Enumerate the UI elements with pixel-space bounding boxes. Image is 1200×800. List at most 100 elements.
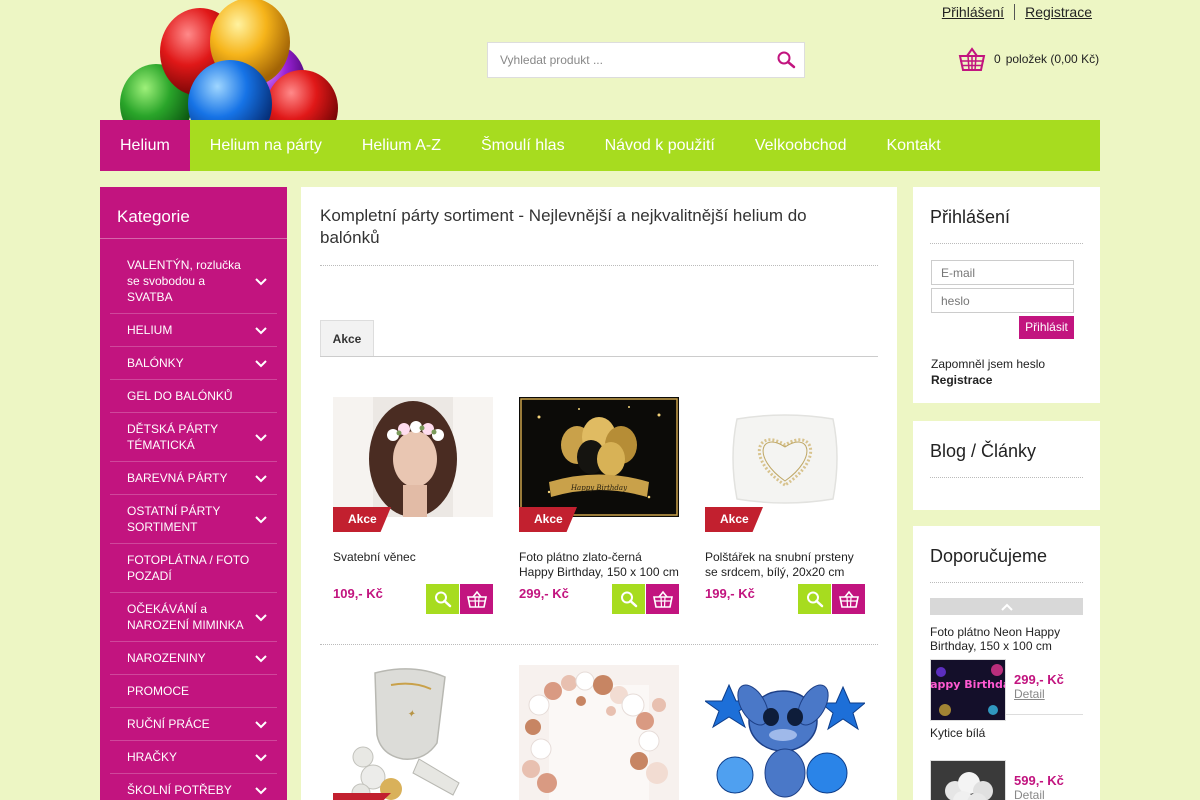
category-item[interactable]: BALÓNKY: [110, 347, 277, 380]
login-box: Přihlášení Přihlásit Zapomněl jsem heslo…: [913, 187, 1100, 403]
product-card: Akce Svatební věnec 109,- Kč: [333, 397, 493, 614]
nav-kontakt[interactable]: Kontakt: [866, 120, 960, 171]
chevron-down-icon[interactable]: [255, 475, 267, 483]
nav-helium[interactable]: Helium: [100, 120, 190, 171]
category-label: ŠKOLNÍ POTŘEBY: [127, 783, 232, 797]
product-image-stitch-balloons[interactable]: [705, 665, 865, 800]
forgot-password-link[interactable]: Zapomněl jsem heslo: [931, 357, 1045, 371]
tab-akce[interactable]: Akce: [320, 320, 374, 357]
detail-button[interactable]: [612, 584, 645, 614]
detail-button[interactable]: [426, 584, 459, 614]
register-link-side[interactable]: Registrace: [931, 373, 992, 387]
product-image-pillow[interactable]: [705, 397, 865, 517]
category-item[interactable]: FOTOPLÁTNA / FOTO POZADÍ: [110, 544, 277, 593]
category-item[interactable]: ŠKOLNÍ POTŘEBY: [110, 774, 277, 800]
category-label: HRAČKY: [127, 750, 178, 764]
category-item[interactable]: OSTATNÍ PÁRTY SORTIMENT: [110, 495, 277, 544]
category-label: HELIUM: [127, 323, 173, 337]
recommended-box: Doporučujeme Foto plátno Neon Happy Birt…: [913, 526, 1100, 800]
product-card: ✦: [333, 665, 493, 800]
category-label: NAROZENINY: [127, 651, 206, 665]
category-list: VALENTÝN, rozlučka se svobodou a SVATBA H…: [110, 249, 277, 800]
sale-badge[interactable]: Akce: [705, 507, 763, 532]
category-item[interactable]: NAROZENINY: [110, 642, 277, 675]
tab-divider: [320, 356, 878, 357]
link-divider: [1014, 4, 1016, 20]
category-item[interactable]: HRAČKY: [110, 741, 277, 774]
chevron-down-icon[interactable]: [255, 327, 267, 335]
nav-navod[interactable]: Návod k použití: [585, 120, 735, 171]
chevron-down-icon[interactable]: [255, 787, 267, 795]
balloons-logo[interactable]: [120, 0, 352, 120]
product-name[interactable]: Foto plátno zlato-černá Happy Birthday, …: [519, 550, 679, 580]
chevron-down-icon[interactable]: [255, 721, 267, 729]
row-divider: [320, 644, 878, 645]
recommended-item-thumb[interactable]: Happy Birthday: [930, 659, 1006, 721]
category-item[interactable]: OČEKÁVÁNÍ a NAROZENÍ MIMINKA: [110, 593, 277, 642]
chevron-down-icon[interactable]: [255, 655, 267, 663]
chevron-down-icon[interactable]: [255, 614, 267, 622]
search-icon[interactable]: [776, 50, 796, 70]
category-item[interactable]: VALENTÝN, rozlučka se svobodou a SVATBA: [110, 249, 277, 314]
login-link[interactable]: Přihlášení: [942, 4, 1004, 20]
nav-velkoobchod[interactable]: Velkoobchod: [735, 120, 867, 171]
product-image-backdrop[interactable]: Happy Birthday: [519, 397, 679, 517]
recommended-title: Doporučujeme: [930, 546, 1048, 566]
add-to-cart-button[interactable]: [646, 584, 679, 614]
category-label: OČEKÁVÁNÍ a NAROZENÍ MIMINKA: [127, 602, 244, 632]
scroll-up-button[interactable]: [930, 598, 1083, 615]
product-card: Happy Birthday Akce Foto plátno zlato-če…: [519, 397, 679, 614]
product-image-balloon-arch[interactable]: [519, 665, 679, 800]
category-label: VALENTÝN, rozlučka se svobodou a SVATBA: [127, 258, 241, 304]
sale-badge-partial[interactable]: [333, 793, 391, 800]
blog-title[interactable]: Blog / Články: [930, 441, 1036, 462]
category-item[interactable]: DĚTSKÁ PÁRTY TÉMATICKÁ: [110, 413, 277, 462]
recommended-item-detail[interactable]: Detail: [1014, 788, 1045, 800]
add-to-cart-button[interactable]: [832, 584, 865, 614]
magnifier-icon: [620, 591, 637, 608]
category-label: GEL DO BALÓNKŮ: [127, 389, 233, 403]
recommended-item-thumb[interactable]: [930, 760, 1006, 800]
nav-helium-na-party[interactable]: Helium na párty: [190, 120, 342, 171]
svg-text:✦: ✦: [407, 709, 416, 720]
category-item[interactable]: RUČNÍ PRÁCE: [110, 708, 277, 741]
nav-helium-a-z[interactable]: Helium A-Z: [342, 120, 461, 171]
recommended-divider: [930, 582, 1083, 583]
sale-badge[interactable]: Akce: [333, 507, 391, 532]
recommended-item-name[interactable]: Kytice bílá: [930, 726, 1080, 740]
thumb-caption: Happy Birthday: [931, 678, 1006, 691]
login-divider: [930, 243, 1083, 244]
recommended-item-name[interactable]: Foto plátno Neon Happy Birthday, 150 x 1…: [930, 625, 1080, 653]
category-item[interactable]: BAREVNÁ PÁRTY: [110, 462, 277, 495]
chevron-up-icon: [1000, 603, 1013, 611]
login-button[interactable]: Přihlásit: [1019, 316, 1074, 339]
product-price: 299,- Kč: [519, 586, 569, 601]
category-item[interactable]: GEL DO BALÓNKŮ: [110, 380, 277, 413]
page-title: Kompletní párty sortiment - Nejlevnější …: [320, 206, 807, 247]
chevron-down-icon[interactable]: [255, 754, 267, 762]
search-input[interactable]: [488, 43, 758, 77]
chevron-down-icon[interactable]: [255, 278, 267, 286]
sale-badge[interactable]: Akce: [519, 507, 577, 532]
cart-summary[interactable]: 0 položek (0,00 Kč): [958, 46, 1099, 72]
chevron-down-icon[interactable]: [255, 360, 267, 368]
chevron-down-icon[interactable]: [255, 516, 267, 524]
product-card: Akce Polštářek na snubní prsteny se srdc…: [705, 397, 865, 614]
product-name[interactable]: Svatební věnec: [333, 550, 493, 565]
product-name[interactable]: Polštářek na snubní prsteny se srdcem, b…: [705, 550, 865, 580]
email-field[interactable]: [931, 260, 1074, 285]
add-to-cart-button[interactable]: [460, 584, 493, 614]
basket-icon: [652, 590, 673, 608]
product-image-champagne[interactable]: ✦: [333, 665, 493, 800]
detail-button[interactable]: [798, 584, 831, 614]
recommended-item-detail[interactable]: Detail: [1014, 687, 1045, 701]
nav-smouli-hlas[interactable]: Šmoulí hlas: [461, 120, 585, 171]
basket-icon[interactable]: [958, 46, 986, 72]
category-item[interactable]: HELIUM: [110, 314, 277, 347]
product-image-wreath[interactable]: [333, 397, 493, 517]
password-field[interactable]: [931, 288, 1074, 313]
basket-icon: [466, 590, 487, 608]
category-item[interactable]: PROMOCE: [110, 675, 277, 708]
chevron-down-icon[interactable]: [255, 434, 267, 442]
register-link[interactable]: Registrace: [1025, 4, 1092, 20]
